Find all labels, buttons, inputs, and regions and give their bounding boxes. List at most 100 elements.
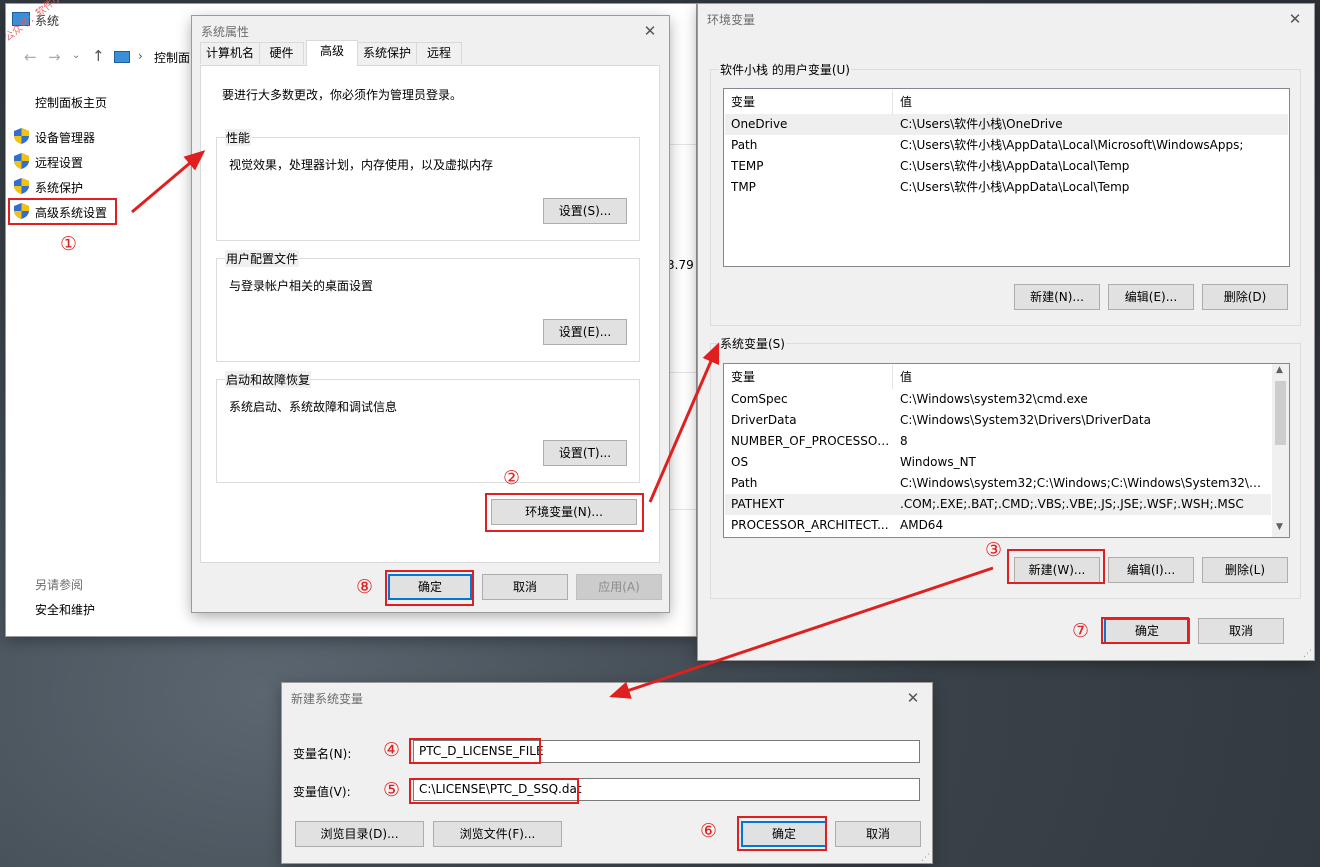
performance-label: 性能 [225,129,252,146]
performance-settings-button[interactable]: 设置(S)... [543,198,627,224]
var-name: NUMBER_OF_PROCESSORS [731,434,891,448]
column-value[interactable]: 值 [900,365,912,389]
system-variables-list[interactable]: 变量 值 ComSpec C:\Windows\system32\cmd.exe … [723,363,1290,538]
tab-label: 硬件 [269,46,294,60]
watermark: 公众号：软件小栈 [2,0,73,44]
user-edit-button[interactable]: 编辑(E)... [1108,284,1194,310]
scroll-thumb[interactable] [1275,381,1286,445]
user-new-button[interactable]: 新建(N)... [1014,284,1100,310]
environment-variables-dialog: 环境变量 ✕ 软件小栈 的用户变量(U) 变量 值 OneDrive C:\Use… [698,4,1314,660]
step-8-marker: ⑧ [356,576,374,598]
control-panel-home-link[interactable]: 控制面板主页 [35,94,107,111]
column-variable[interactable]: 变量 [731,365,755,389]
startup-recovery-label: 启动和故障恢复 [225,371,312,388]
tab-computer-name[interactable]: 计算机名 [200,42,260,64]
variable-value-label: 变量值(V): [293,785,351,799]
step-2-marker: ② [503,467,521,489]
recent-chevron-icon[interactable]: ⌄ [72,50,80,61]
envvars-cancel-button[interactable]: 取消 [1198,618,1284,644]
list-item[interactable]: OneDrive C:\Users\软件小栈\OneDrive [725,114,1288,135]
system-new-button[interactable]: 新建(W)... [1014,557,1100,583]
var-name: DriverData [731,413,797,427]
tab-hardware[interactable]: 硬件 [259,42,304,64]
var-name: Path [731,476,758,490]
list-item[interactable]: PATHEXT .COM;.EXE;.BAT;.CMD;.VBS;.VBE;.JS… [725,494,1271,515]
envvars-ok-button[interactable]: 确定 [1104,618,1190,644]
list-item[interactable]: ComSpec C:\Windows\system32\cmd.exe [725,389,1271,410]
sysprops-ok-button[interactable]: 确定 [388,574,472,600]
close-icon[interactable]: ✕ [902,687,924,709]
browse-file-button[interactable]: 浏览文件(F)... [433,821,562,847]
list-item[interactable]: Path C:\Users\软件小栈\AppData\Local\Microsof… [725,135,1288,156]
new-system-variable-dialog: 新建系统变量 ✕ 变量名(N): PTC_D_LICENSE_FILE 变量值(… [282,683,932,863]
list-item[interactable]: NUMBER_OF_PROCESSORS 8 [725,431,1271,452]
user-variables-group: 软件小栈 的用户变量(U) 变量 值 OneDrive C:\Users\软件小栈… [710,61,1301,326]
column-variable[interactable]: 变量 [731,90,755,114]
divider [670,509,696,510]
list-item[interactable]: OS Windows_NT [725,452,1271,473]
tab-remote[interactable]: 远程 [416,42,462,64]
remote-settings-link[interactable]: 远程设置 [35,154,83,171]
column-divider [892,90,893,114]
tab-advanced[interactable]: 高级 [306,40,358,66]
system-variables-group: 系统变量(S) 变量 值 ComSpec C:\Windows\system32\… [710,335,1301,599]
newvar-ok-button[interactable]: 确定 [741,821,827,847]
security-maintenance-link[interactable]: 安全和维护 [35,601,95,618]
advanced-system-settings-link[interactable]: 高级系统设置 [35,204,107,221]
var-value: C:\Users\软件小栈\OneDrive [900,117,1063,131]
column-value[interactable]: 值 [900,90,912,114]
sysprops-cancel-button[interactable]: 取消 [482,574,568,600]
tab-system-protection[interactable]: 系统保护 [357,42,417,64]
system-delete-button[interactable]: 删除(L) [1202,557,1288,583]
var-value: AMD64 [900,518,944,532]
up-arrow-icon[interactable]: ↑ [92,47,105,65]
system-protection-link[interactable]: 系统保护 [35,179,83,196]
see-also-heading: 另请参阅 [35,578,84,592]
system-variables-label: 系统变量(S) [719,335,786,352]
column-divider [892,365,893,389]
resize-grip-icon[interactable]: ⋰ [921,853,930,863]
user-variables-label: 软件小栈 的用户变量(U) [719,61,851,78]
admin-note: 要进行大多数更改，你必须作为管理员登录。 [222,88,463,102]
var-value: .COM;.EXE;.BAT;.CMD;.VBS;.VBE;.JS;.JSE;.… [900,497,1244,511]
close-icon[interactable]: ✕ [1284,8,1306,30]
device-manager-link[interactable]: 设备管理器 [35,129,95,146]
list-header: 变量 值 [725,90,1288,114]
system-edit-button[interactable]: 编辑(I)... [1108,557,1194,583]
browse-directory-button[interactable]: 浏览目录(D)... [295,821,424,847]
startup-recovery-settings-button[interactable]: 设置(T)... [543,440,627,466]
var-value: Windows_NT [900,455,976,469]
forward-arrow-icon[interactable]: → [48,48,61,66]
var-name: TMP [731,180,756,194]
user-delete-button[interactable]: 删除(D) [1202,284,1288,310]
vertical-scrollbar[interactable]: ▲ ▼ [1272,364,1289,537]
variable-name-label: 变量名(N): [293,747,352,761]
tab-label: 计算机名 [205,46,254,60]
var-value: 8 [900,434,908,448]
user-profiles-settings-button[interactable]: 设置(E)... [543,319,627,345]
variable-name-field[interactable]: PTC_D_LICENSE_FILE [413,740,920,763]
close-icon[interactable]: ✕ [639,20,661,42]
shield-icon [14,203,29,219]
var-name: TEMP [731,159,764,173]
address-computer-icon [114,51,130,63]
resize-grip-icon[interactable]: ⋰ [1303,649,1312,659]
back-arrow-icon[interactable]: ← [24,48,37,66]
scroll-down-icon[interactable]: ▼ [1276,522,1283,532]
shield-icon [14,153,29,169]
list-item[interactable]: DriverData C:\Windows\System32\Drivers\Dr… [725,410,1271,431]
list-item[interactable]: Path C:\Windows\system32;C:\Windows;C:\Wi… [725,473,1271,494]
newvar-cancel-button[interactable]: 取消 [835,821,921,847]
breadcrumb[interactable]: 控制面 [154,49,190,66]
sysprops-apply-button[interactable]: 应用(A) [576,574,662,600]
user-variables-list[interactable]: 变量 值 OneDrive C:\Users\软件小栈\OneDrive Path… [723,88,1290,267]
var-value: C:\Windows\System32\Drivers\DriverData [900,413,1151,427]
startup-recovery-desc: 系统启动、系统故障和调试信息 [229,400,398,414]
list-item[interactable]: TEMP C:\Users\软件小栈\AppData\Local\Temp [725,156,1288,177]
scroll-up-icon[interactable]: ▲ [1276,365,1283,375]
list-item[interactable]: TMP C:\Users\软件小栈\AppData\Local\Temp [725,177,1288,198]
variable-value-field[interactable]: C:\LICENSE\PTC_D_SSQ.dat [413,778,920,801]
shield-icon [14,178,29,194]
environment-variables-button[interactable]: 环境变量(N)... [491,499,637,525]
list-item[interactable]: PROCESSOR_ARCHITECT... AMD64 [725,515,1271,536]
